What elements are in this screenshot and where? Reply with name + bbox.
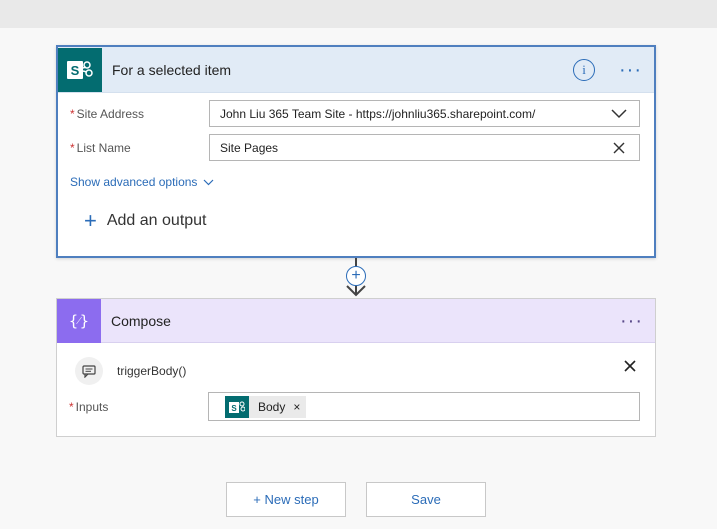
compose-title: Compose	[111, 312, 171, 329]
trigger-body-text: triggerBody()	[117, 364, 187, 378]
trigger-card-for-selected-item: S For a selected item i ··· * Site Addres…	[56, 45, 656, 258]
list-name-combobox[interactable]: Site Pages	[209, 134, 640, 161]
inputs-field[interactable]: S Body ×	[208, 392, 640, 421]
compose-icon: {⁄}	[57, 298, 101, 343]
list-name-label: * List Name	[70, 141, 131, 155]
info-icon[interactable]: i	[573, 58, 596, 81]
list-name-row: * List Name Site Pages	[58, 134, 654, 161]
save-button[interactable]: Save	[366, 482, 486, 517]
close-icon[interactable]	[621, 357, 639, 375]
comment-icon	[75, 357, 103, 385]
remove-chip-icon[interactable]: ×	[293, 400, 306, 414]
show-advanced-options-link[interactable]: Show advanced options	[70, 175, 214, 189]
top-bar	[0, 0, 717, 28]
sharepoint-icon: S	[58, 47, 102, 92]
add-output-label: Add an output	[106, 212, 207, 229]
more-options-icon[interactable]: ···	[619, 60, 642, 80]
arrow-down-icon	[346, 285, 366, 297]
new-step-button[interactable]: + New step	[226, 482, 346, 517]
svg-text:S: S	[71, 63, 80, 78]
body-token-chip[interactable]: S Body ×	[225, 395, 307, 418]
site-address-value: John Liu 365 Team Site - https://johnliu…	[220, 106, 536, 121]
required-marker: *	[69, 399, 74, 414]
site-address-label: * Site Address	[70, 107, 144, 121]
sharepoint-icon: S	[225, 395, 249, 418]
clear-icon[interactable]	[609, 138, 629, 158]
body-chip-label: Body	[258, 399, 286, 414]
plus-icon: +	[84, 208, 97, 233]
site-address-label-text: Site Address	[76, 106, 145, 121]
required-marker: *	[70, 140, 75, 155]
site-address-dropdown[interactable]: John Liu 365 Team Site - https://johnliu…	[209, 100, 640, 127]
site-address-row: * Site Address John Liu 365 Team Site - h…	[58, 100, 654, 127]
required-marker: *	[70, 106, 75, 121]
trigger-card-header[interactable]: S For a selected item i ···	[58, 47, 654, 93]
list-name-label-text: List Name	[76, 140, 131, 155]
trigger-body-token-row: triggerBody()	[75, 357, 186, 385]
compose-card: {⁄} Compose ··· triggerBody() *Inputs S	[56, 298, 656, 437]
inputs-label: * Inputs	[69, 400, 108, 414]
plus-circle-icon[interactable]: +	[346, 266, 366, 286]
show-advanced-options-label: Show advanced options	[70, 175, 198, 189]
compose-card-header[interactable]: {⁄} Compose ···	[57, 298, 655, 343]
inputs-label-text: Inputs	[75, 399, 109, 414]
add-an-output-button[interactable]: + Add an output	[84, 208, 207, 233]
svg-text:S: S	[231, 404, 237, 413]
list-name-value: Site Pages	[220, 140, 279, 155]
trigger-title: For a selected item	[112, 61, 232, 78]
chevron-down-icon[interactable]	[609, 104, 629, 124]
more-options-icon[interactable]: ···	[620, 311, 643, 331]
chevron-down-icon	[204, 179, 214, 185]
